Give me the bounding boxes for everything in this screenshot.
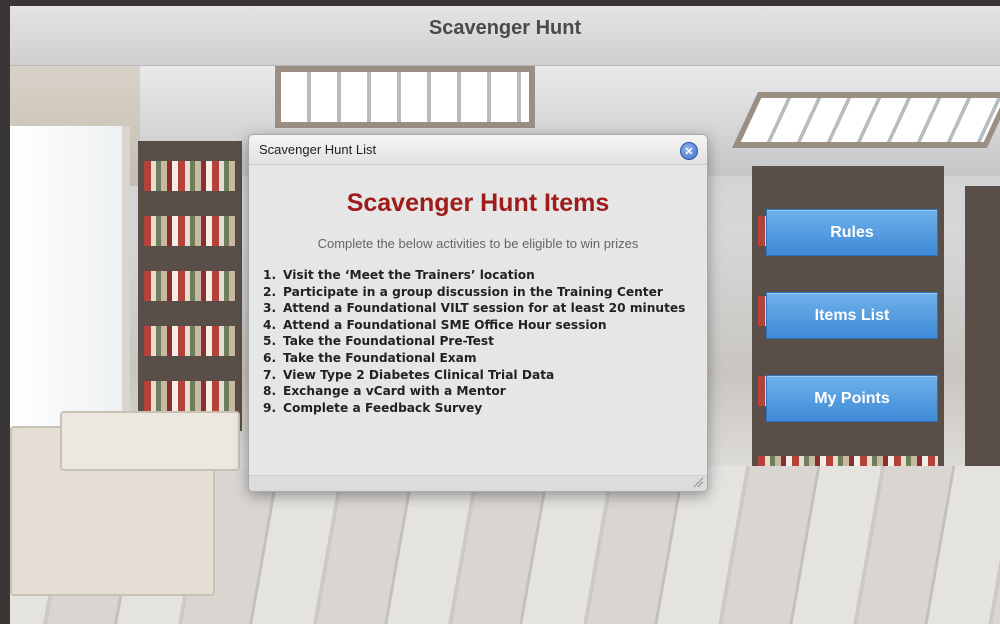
- list-item: 1. Visit the ‘Meet the Trainers’ location: [263, 268, 535, 282]
- dialog-title: Scavenger Hunt List: [259, 142, 377, 157]
- items-heading: Scavenger Hunt Items: [346, 189, 610, 217]
- hunt-item-list: 1. Visit the ‘Meet the Trainers’ location…: [263, 267, 693, 416]
- resize-handle-icon[interactable]: [693, 477, 703, 487]
- list-item: 3. Attend a Foundational VILT session for…: [263, 301, 686, 316]
- skylight-right: [731, 92, 1000, 148]
- dialog-footer: [249, 475, 707, 491]
- list-item: 4. Attend a Foundational SME Office Hour …: [263, 317, 607, 332]
- close-icon[interactable]: ✕: [680, 142, 698, 160]
- list-item: 6. Take the Foundational Exam: [263, 350, 477, 365]
- app-frame: Scavenger Hunt Scavenger Hunt List ✕ Sca…: [0, 0, 1000, 624]
- dialog-body: Scavenger Hunt Items Complete the below …: [249, 189, 707, 416]
- items-list-button[interactable]: Items List: [766, 292, 938, 339]
- dialog-header: Scavenger Hunt List: [249, 135, 707, 165]
- list-item: 7. View Type 2 Diabetes Clinical Trial Da…: [263, 367, 555, 382]
- window: [10, 126, 130, 456]
- scavenger-hunt-dialog: Scavenger Hunt List ✕ Scavenger Hunt Ite…: [248, 134, 708, 492]
- armchair-back: [60, 411, 240, 471]
- bookshelf-left: [138, 141, 242, 431]
- skylight-left: [275, 66, 535, 128]
- list-item: 2. Participate in a group discussion in t…: [263, 284, 663, 299]
- list-item: 9. Complete a Feedback Survey: [263, 400, 483, 415]
- my-points-button[interactable]: My Points: [766, 375, 938, 422]
- list-item: 8. Exchange a vCard with a Mentor: [263, 384, 506, 399]
- title-bar: Scavenger Hunt: [10, 6, 1000, 66]
- list-item: 5. Take the Foundational Pre-Test: [263, 334, 494, 349]
- rules-button[interactable]: Rules: [766, 209, 938, 256]
- app-title: Scavenger Hunt: [428, 17, 582, 39]
- items-subtitle: Complete the below activities to be elig…: [317, 236, 639, 251]
